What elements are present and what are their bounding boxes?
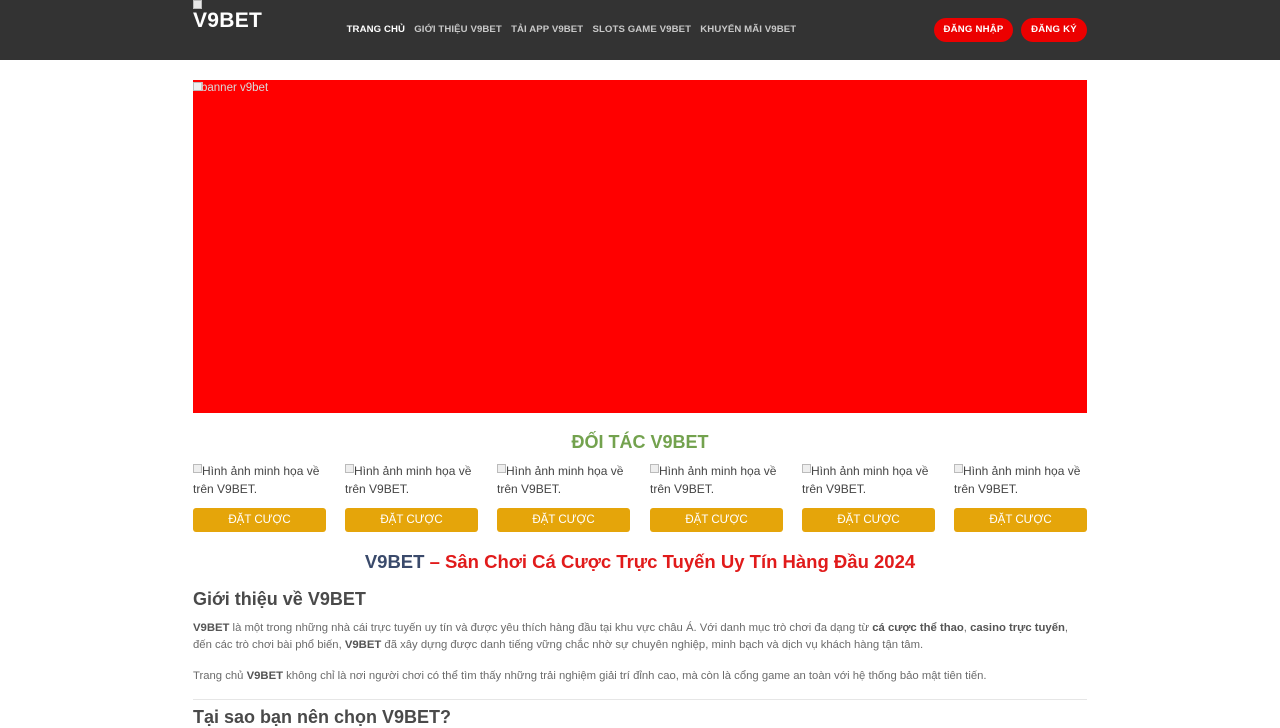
article-title-brand: V9BET xyxy=(364,551,425,572)
place-bet-button[interactable]: ĐẶT CƯỢC xyxy=(497,508,630,532)
nav-item-promotions[interactable]: KHUYẾN MÃI V9BET xyxy=(696,22,801,38)
nav-item-slots[interactable]: SLOTS GAME V9BET xyxy=(588,22,696,38)
paragraph-text: không chỉ là nơi người chơi có thể tìm t… xyxy=(283,670,987,682)
bold-text: V9BET xyxy=(246,670,284,682)
logo-text: V9BET xyxy=(193,9,263,32)
place-bet-button[interactable]: ĐẶT CƯỢC xyxy=(193,508,326,532)
broken-image-icon xyxy=(193,464,202,473)
nav-item-download-app[interactable]: TẢI APP V9BET xyxy=(506,22,587,38)
intro-paragraph: V9BET là một trong những nhà cái trực tu… xyxy=(193,620,1087,655)
main-nav: TRANG CHỦ GIỚI THIỆU V9BET TẢI APP V9BET… xyxy=(342,22,801,38)
partner-image[interactable]: Hình ảnh minh họa về trên V9BET. xyxy=(497,463,630,499)
intro-heading: Giới thiệu về V9BET xyxy=(193,589,366,609)
partner-image[interactable]: Hình ảnh minh họa về trên V9BET. xyxy=(954,463,1087,499)
bold-text: casino trực tuyến xyxy=(970,622,1065,634)
section-divider xyxy=(193,699,1087,700)
hero-banner[interactable]: banner v9bet xyxy=(193,80,1087,413)
paragraph-text: đã xây dựng được danh tiếng vững chắc nh… xyxy=(381,639,924,652)
article-title-rest: – Sân Chơi Cá Cược Trực Tuyến Uy Tín Hàn… xyxy=(424,551,916,572)
paragraph-text: là một trong những nhà cái trực tuyến uy… xyxy=(229,622,873,634)
broken-image-icon xyxy=(193,0,202,9)
paragraph-text: Trang chủ xyxy=(193,670,247,682)
partner-image[interactable]: Hình ảnh minh họa về trên V9BET. xyxy=(650,463,783,499)
register-button[interactable]: ĐĂNG KÝ xyxy=(1021,18,1087,42)
broken-image-icon xyxy=(497,464,506,473)
partner-image-alt: Hình ảnh minh họa về trên V9BET. xyxy=(650,464,777,496)
bold-text: V9BET xyxy=(193,622,230,634)
why-choose-heading: Tại sao bạn nên chọn V9BET? xyxy=(193,707,452,727)
article-title: V9BET – Sân Chơi Cá Cược Trực Tuyến Uy T… xyxy=(0,551,1280,573)
partner-image-alt: Hình ảnh minh họa về trên V9BET. xyxy=(802,464,929,496)
partner-image-alt: Hình ảnh minh họa về trên V9BET. xyxy=(193,464,320,496)
nav-item-home[interactable]: TRANG CHỦ xyxy=(342,22,410,38)
broken-image-icon xyxy=(954,464,963,473)
place-bet-button[interactable]: ĐẶT CƯỢC xyxy=(954,508,1087,532)
banner-alt-text: banner v9bet xyxy=(201,82,269,94)
partner-image-alt: Hình ảnh minh họa về trên V9BET. xyxy=(497,464,624,496)
site-logo[interactable]: V9BET xyxy=(193,0,263,40)
partner-image-alt: Hình ảnh minh họa về trên V9BET. xyxy=(954,464,1081,496)
partner-image[interactable]: Hình ảnh minh họa về trên V9BET. xyxy=(802,463,935,499)
broken-image-icon xyxy=(650,464,659,473)
homepage-paragraph: Trang chủ V9BET không chỉ là nơi người c… xyxy=(193,668,1087,685)
broken-image-icon xyxy=(802,464,811,473)
bold-text: cá cược thể thao xyxy=(872,622,964,634)
partner-image[interactable]: Hình ảnh minh họa về trên V9BET. xyxy=(193,463,326,499)
bold-text: V9BET xyxy=(344,639,382,652)
partner-image-alt: Hình ảnh minh họa về trên V9BET. xyxy=(345,464,472,496)
place-bet-button[interactable]: ĐẶT CƯỢC xyxy=(650,508,783,532)
site-header: V9BET TRANG CHỦ GIỚI THIỆU V9BET TẢI APP… xyxy=(0,0,1280,60)
place-bet-button[interactable]: ĐẶT CƯỢC xyxy=(345,508,478,532)
broken-image-icon xyxy=(345,464,354,473)
place-bet-button[interactable]: ĐẶT CƯỢC xyxy=(802,508,935,532)
login-button[interactable]: ĐĂNG NHẬP xyxy=(934,18,1013,42)
partners-title: ĐỐI TÁC V9BET xyxy=(571,432,709,452)
nav-item-about[interactable]: GIỚI THIỆU V9BET xyxy=(410,22,507,38)
partner-image[interactable]: Hình ảnh minh họa về trên V9BET. xyxy=(345,463,478,499)
